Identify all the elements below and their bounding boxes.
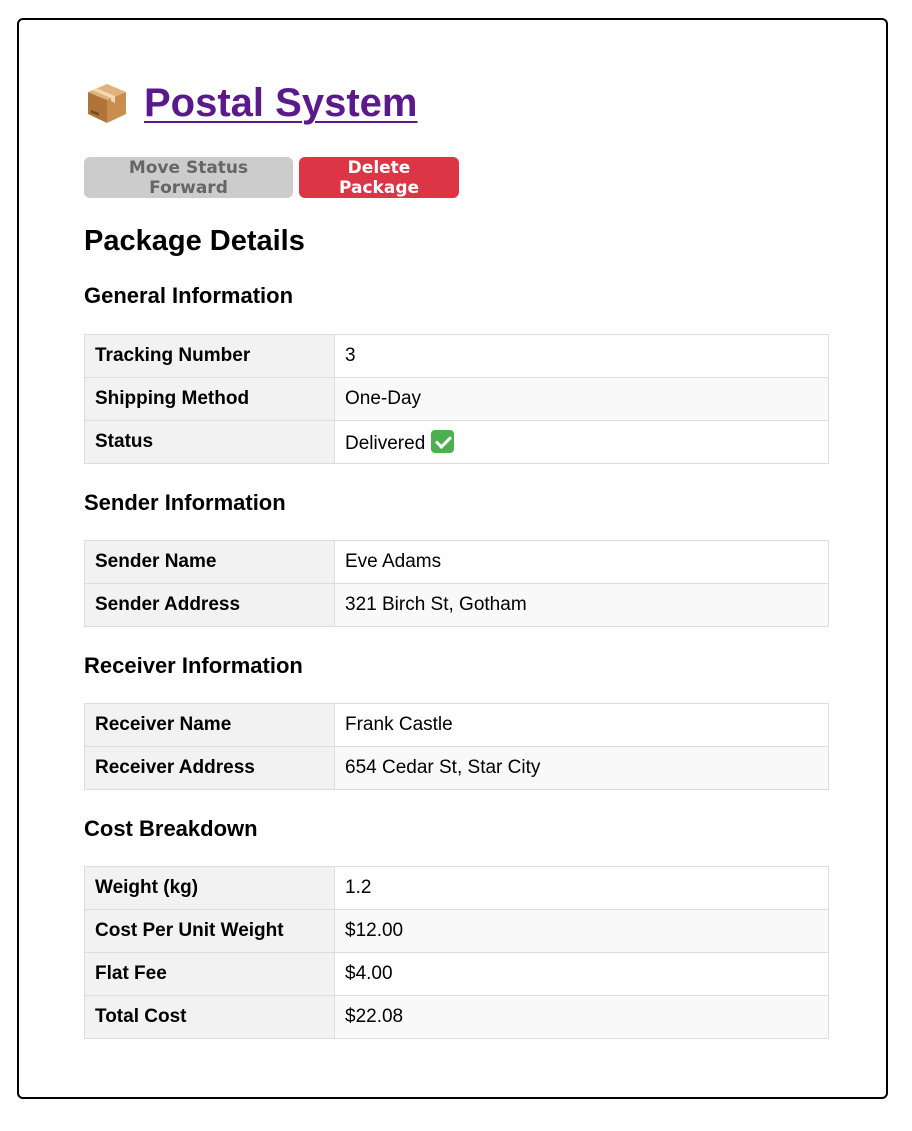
receiver-address-value: 654 Cedar St, Star City (334, 746, 829, 790)
receiver-info-heading: Receiver Information (84, 653, 303, 678)
move-status-forward-button[interactable]: Move Status Forward (84, 157, 293, 198)
weight-label: Weight (kg) (84, 866, 335, 910)
status-cell: Delivered (334, 420, 829, 464)
receiver-name-label: Receiver Name (84, 703, 335, 747)
tracking-number-value: 3 (334, 334, 829, 378)
shipping-method-value: One-Day (334, 377, 829, 421)
app-header: Postal System (84, 78, 829, 128)
status-label: Status (84, 420, 335, 464)
table-row: Weight (kg) 1.2 (84, 866, 829, 910)
table-row: Receiver Name Frank Castle (84, 703, 829, 747)
app-title: Postal System (144, 81, 418, 125)
sender-address-value: 321 Birch St, Gotham (334, 583, 829, 627)
table-row: Receiver Address 654 Cedar St, Star City (84, 746, 829, 790)
total-cost-value: $22.08 (334, 995, 829, 1039)
cost-per-unit-label: Cost Per Unit Weight (84, 909, 335, 953)
cost-breakdown-table: Weight (kg) 1.2 Cost Per Unit Weight $12… (84, 866, 829, 1039)
tracking-number-label: Tracking Number (84, 334, 335, 378)
table-row: Flat Fee $4.00 (84, 952, 829, 996)
main-content: Postal System Move Status Forward Delete… (84, 78, 829, 1039)
table-row: Cost Per Unit Weight $12.00 (84, 909, 829, 953)
total-cost-label: Total Cost (84, 995, 335, 1039)
check-mark-icon (431, 429, 455, 453)
flat-fee-value: $4.00 (334, 952, 829, 996)
delete-package-button[interactable]: Delete Package (299, 157, 459, 198)
weight-value: 1.2 (334, 866, 829, 910)
flat-fee-label: Flat Fee (84, 952, 335, 996)
table-row: Status Delivered (84, 420, 829, 464)
status-value: Delivered (345, 432, 426, 454)
receiver-info-table: Receiver Name Frank Castle Receiver Addr… (84, 703, 829, 790)
page-card: Postal System Move Status Forward Delete… (17, 18, 888, 1099)
package-icon (88, 84, 126, 123)
table-row: Shipping Method One-Day (84, 377, 829, 421)
table-row: Sender Address 321 Birch St, Gotham (84, 583, 829, 627)
action-bar: Move Status Forward Delete Package (84, 157, 829, 198)
table-row: Total Cost $22.08 (84, 995, 829, 1039)
page-title: Package Details (84, 225, 305, 257)
receiver-address-label: Receiver Address (84, 746, 335, 790)
sender-address-label: Sender Address (84, 583, 335, 627)
cost-breakdown-heading: Cost Breakdown (84, 816, 258, 841)
shipping-method-label: Shipping Method (84, 377, 335, 421)
table-row: Tracking Number 3 (84, 334, 829, 378)
table-row: Sender Name Eve Adams (84, 540, 829, 584)
receiver-name-value: Frank Castle (334, 703, 829, 747)
sender-info-heading: Sender Information (84, 490, 286, 515)
sender-name-value: Eve Adams (334, 540, 829, 584)
general-info-table: Tracking Number 3 Shipping Method One-Da… (84, 334, 829, 464)
sender-info-table: Sender Name Eve Adams Sender Address 321… (84, 540, 829, 627)
sender-name-label: Sender Name (84, 540, 335, 584)
general-info-heading: General Information (84, 283, 294, 308)
cost-per-unit-value: $12.00 (334, 909, 829, 953)
home-link[interactable]: Postal System (84, 80, 417, 126)
